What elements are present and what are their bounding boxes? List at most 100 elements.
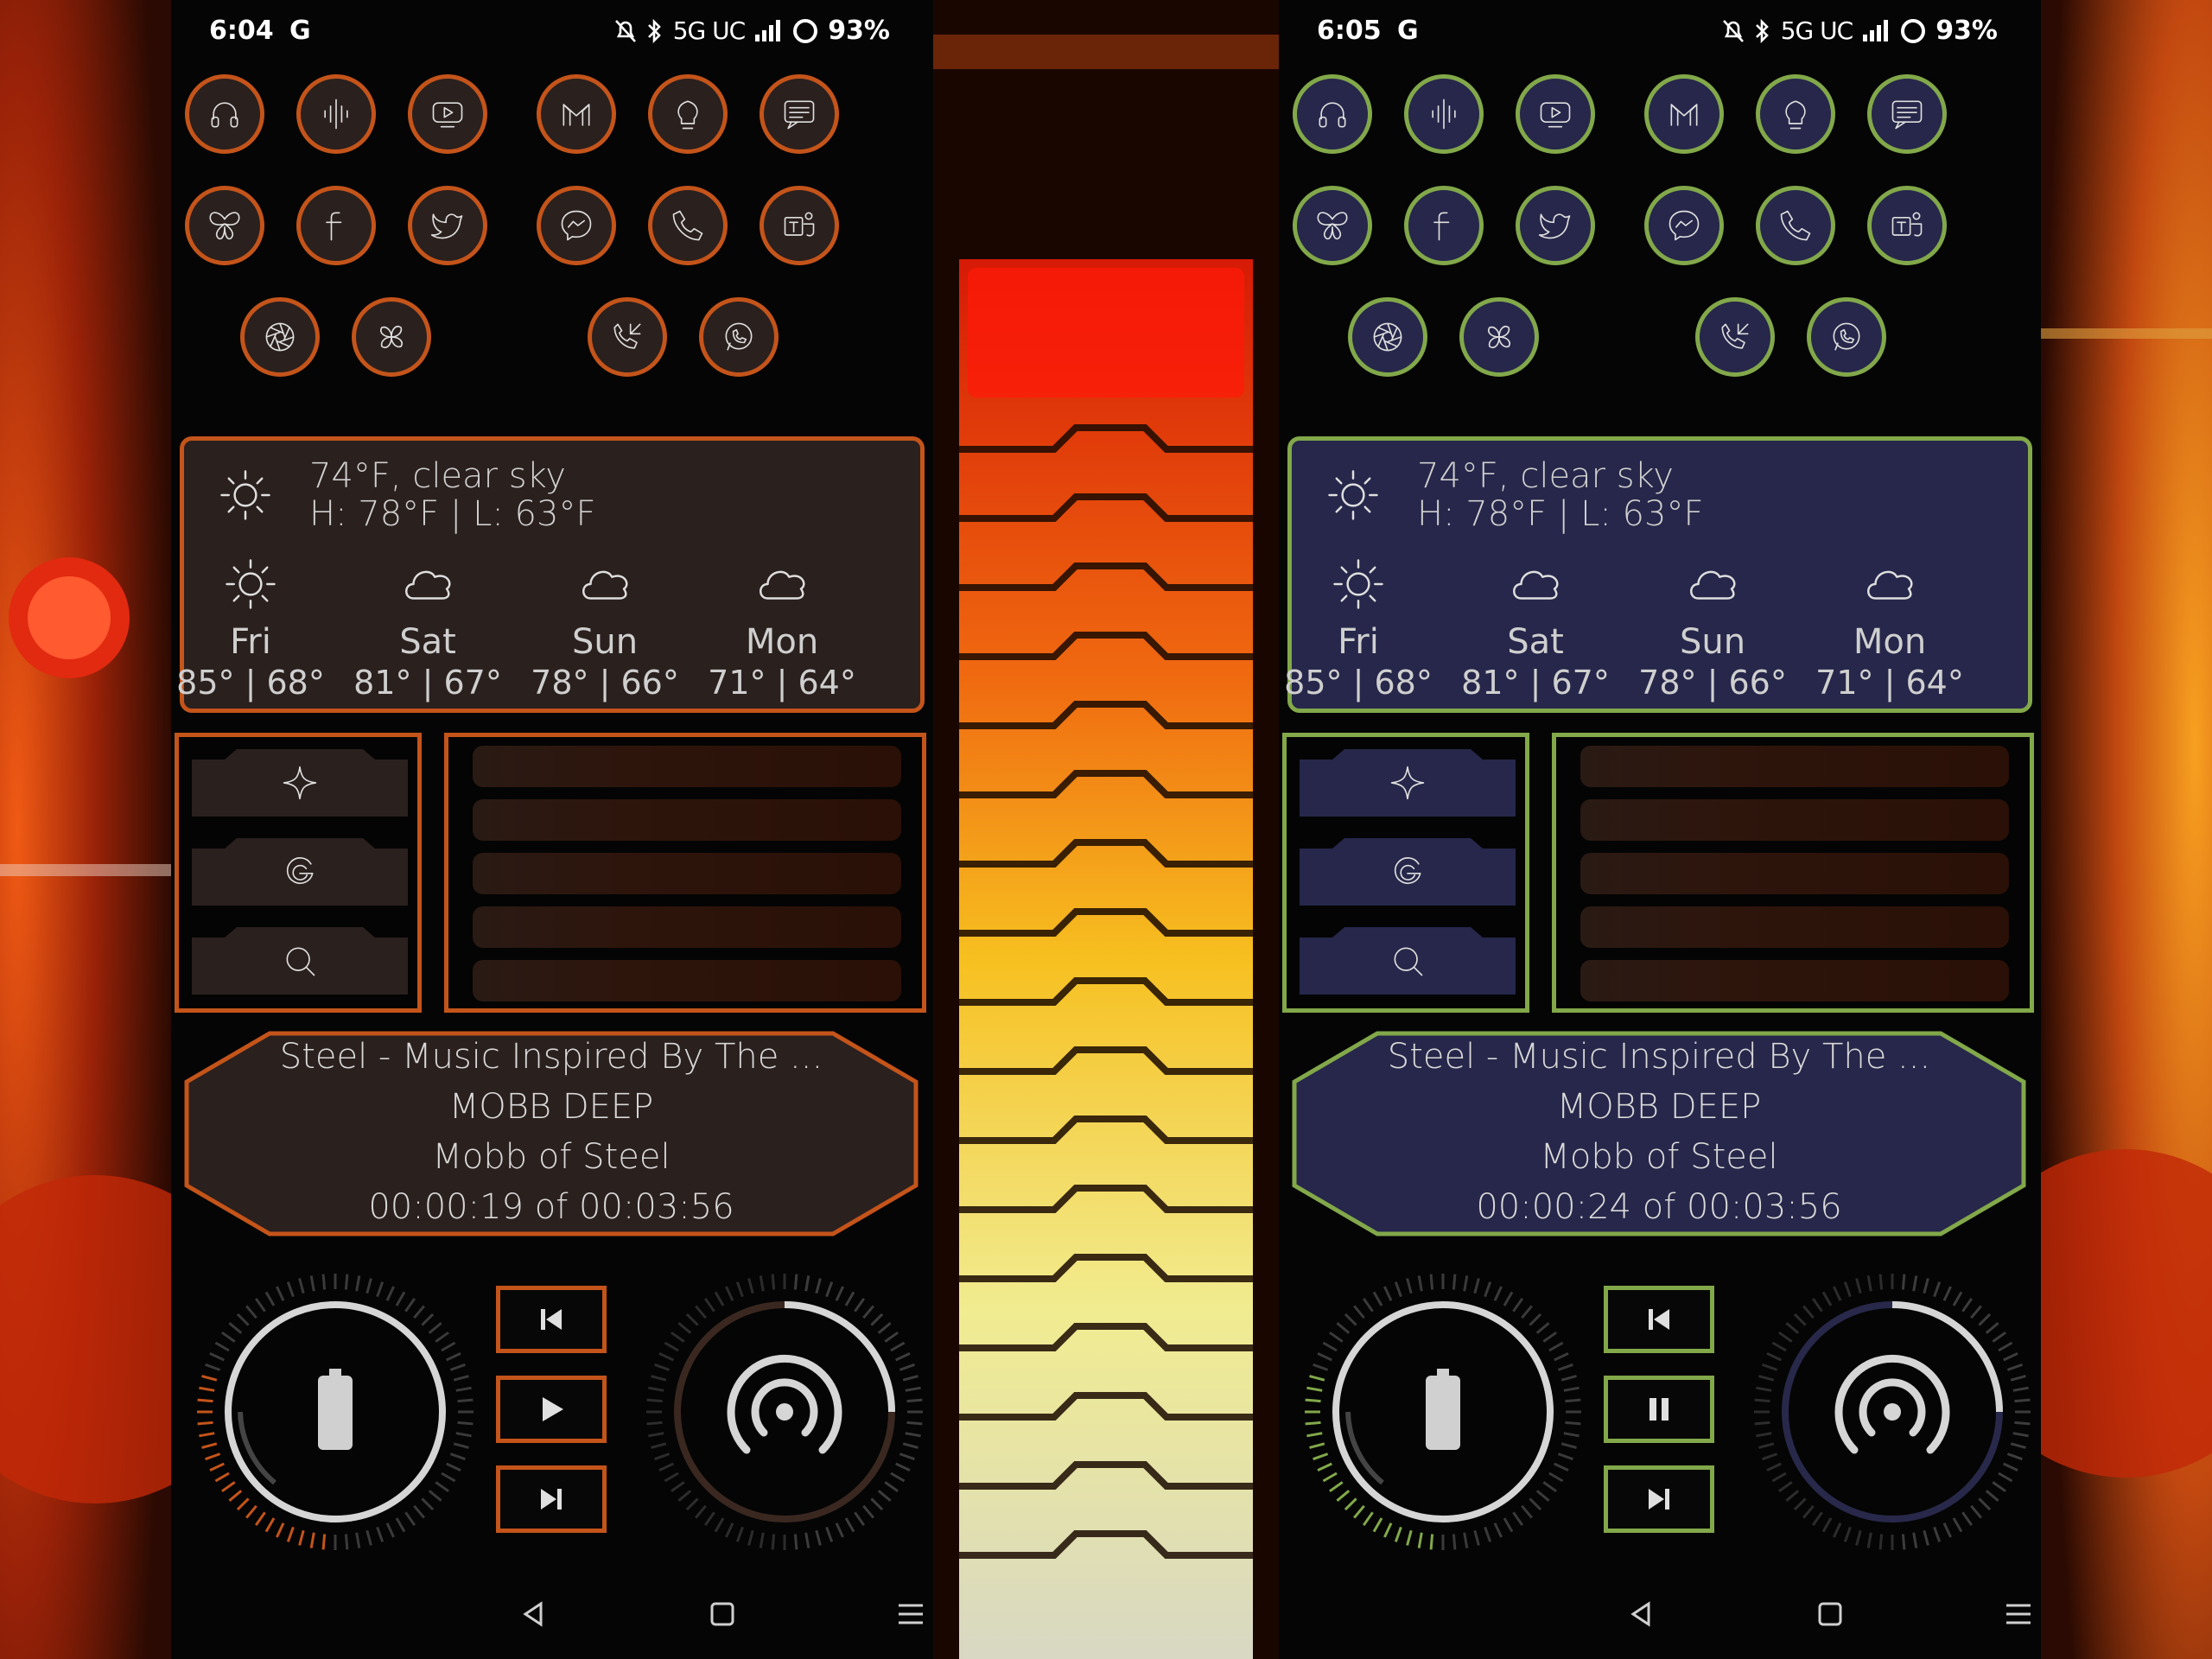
list-item[interactable] (1580, 853, 2009, 894)
forecast-day: Sat 81° | 67° (1449, 553, 1622, 702)
gmail-app-button[interactable] (1644, 74, 1724, 154)
teams-icon (784, 212, 815, 237)
list-item[interactable] (473, 906, 901, 948)
play-icon (543, 1397, 563, 1421)
battery-icon (318, 1369, 353, 1450)
phone-app-button[interactable] (1756, 186, 1835, 265)
back-icon[interactable] (518, 1599, 550, 1630)
next-track-button[interactable] (1604, 1465, 1714, 1533)
back-icon[interactable] (1626, 1599, 1657, 1630)
lightbulb-app-button[interactable] (648, 74, 728, 154)
messenger-app-button[interactable] (1644, 186, 1724, 265)
messenger-icon (1669, 210, 1700, 241)
assistant-button[interactable] (1300, 749, 1516, 817)
forecast-temps: 85° | 68° (176, 664, 325, 702)
weather-widget[interactable]: 74°F, clear sky H: 78°F | L: 63°F Fri 85°… (176, 436, 925, 713)
forecast-day: Fri 85° | 68° (1279, 553, 1445, 702)
lightbulb-icon (677, 100, 698, 130)
pinwheel-app-button[interactable] (1459, 297, 1539, 377)
cloud-icon (582, 570, 628, 600)
recents-icon[interactable] (895, 1599, 926, 1630)
pinwheel-app-button[interactable] (352, 297, 431, 377)
teams-app-button[interactable] (1867, 186, 1947, 265)
camera-aperture-app-button[interactable] (240, 297, 320, 377)
forecast-temps: 71° | 64° (708, 664, 856, 702)
status-bar: 6:05 G 5G UC 93% (1279, 0, 2041, 62)
youtube-app-button[interactable] (1516, 74, 1595, 154)
teams-app-button[interactable] (760, 186, 839, 265)
messages-icon (784, 100, 815, 130)
gmail-app-button[interactable] (537, 74, 616, 154)
forecast-day-name: Mon (745, 622, 819, 662)
twitter-app-button[interactable] (408, 186, 487, 265)
mute-bell-icon (1722, 19, 1744, 42)
search-button[interactable] (192, 927, 408, 995)
home-icon[interactable] (1815, 1599, 1846, 1630)
phone-calls-icon (1721, 323, 1749, 349)
list-item[interactable] (473, 853, 901, 894)
facebook-app-button[interactable] (1404, 186, 1484, 265)
status-time: 6:05 (1317, 16, 1382, 46)
google-button[interactable] (192, 838, 408, 906)
headphones-app-button[interactable] (185, 74, 264, 154)
hotspot-gauge[interactable] (1745, 1274, 2039, 1567)
bluetooth-icon (647, 18, 661, 43)
youtube-app-button[interactable] (408, 74, 487, 154)
forecast-day-name: Sat (1507, 622, 1564, 662)
butterfly-icon (209, 212, 240, 240)
battery-percent: 93% (828, 16, 890, 46)
battery-gauge[interactable] (188, 1274, 482, 1567)
weather-widget[interactable]: 74°F, clear sky H: 78°F | L: 63°F Fri 85°… (1284, 436, 2032, 713)
hotspot-gauge[interactable] (638, 1274, 931, 1567)
messages-app-button[interactable] (760, 74, 839, 154)
list-item[interactable] (1580, 906, 2009, 948)
list-item[interactable] (1580, 799, 2009, 841)
butterfly-app-button[interactable] (1293, 186, 1372, 265)
search-icon (1394, 947, 1423, 976)
previous-track-button[interactable] (1604, 1286, 1714, 1353)
google-button[interactable] (1300, 838, 1516, 906)
whatsapp-app-button[interactable] (699, 297, 779, 377)
list-item[interactable] (473, 960, 901, 1001)
list-item[interactable] (473, 799, 901, 841)
headphones-icon (211, 102, 238, 128)
battery-gauge[interactable] (1296, 1274, 1590, 1567)
next-track-button[interactable] (496, 1465, 607, 1533)
play-pause-button[interactable] (1604, 1376, 1714, 1443)
phone-calls-icon (613, 323, 641, 349)
home-icon[interactable] (707, 1599, 738, 1630)
battery-icon (1426, 1369, 1460, 1450)
sun-icon (217, 467, 274, 527)
music-widget[interactable]: Steel - Music Inspired By The ... MOBB D… (183, 1030, 919, 1237)
play-pause-button[interactable] (496, 1376, 607, 1443)
list-item[interactable] (1580, 746, 2009, 787)
sparkle-icon (283, 766, 317, 800)
whatsapp-app-button[interactable] (1807, 297, 1886, 377)
messenger-app-button[interactable] (537, 186, 616, 265)
messages-app-button[interactable] (1867, 74, 1947, 154)
cloud-icon (760, 570, 805, 600)
forecast-day: Sun 78° | 66° (1626, 553, 1799, 702)
search-button[interactable] (1300, 927, 1516, 995)
music-widget[interactable]: Steel - Music Inspired By The ... MOBB D… (1291, 1030, 2027, 1237)
phone-calls-app-button[interactable] (1695, 297, 1775, 377)
previous-track-button[interactable] (496, 1286, 607, 1353)
forecast-day-name: Sun (571, 622, 639, 662)
butterfly-app-button[interactable] (185, 186, 264, 265)
list-item[interactable] (473, 746, 901, 787)
forecast-temps: 71° | 64° (1815, 664, 1964, 702)
assistant-button[interactable] (192, 749, 408, 817)
list-item[interactable] (1580, 960, 2009, 1001)
podcast-app-button[interactable] (1404, 74, 1484, 154)
podcast-app-button[interactable] (296, 74, 376, 154)
track-album: Mobb of Steel (1540, 1137, 1778, 1177)
facebook-app-button[interactable] (296, 186, 376, 265)
recents-icon[interactable] (2003, 1599, 2034, 1630)
headphones-app-button[interactable] (1293, 74, 1372, 154)
camera-aperture-app-button[interactable] (1348, 297, 1427, 377)
twitter-app-button[interactable] (1516, 186, 1595, 265)
youtube-icon (1540, 102, 1571, 128)
lightbulb-app-button[interactable] (1756, 74, 1835, 154)
phone-calls-app-button[interactable] (588, 297, 667, 377)
phone-app-button[interactable] (648, 186, 728, 265)
